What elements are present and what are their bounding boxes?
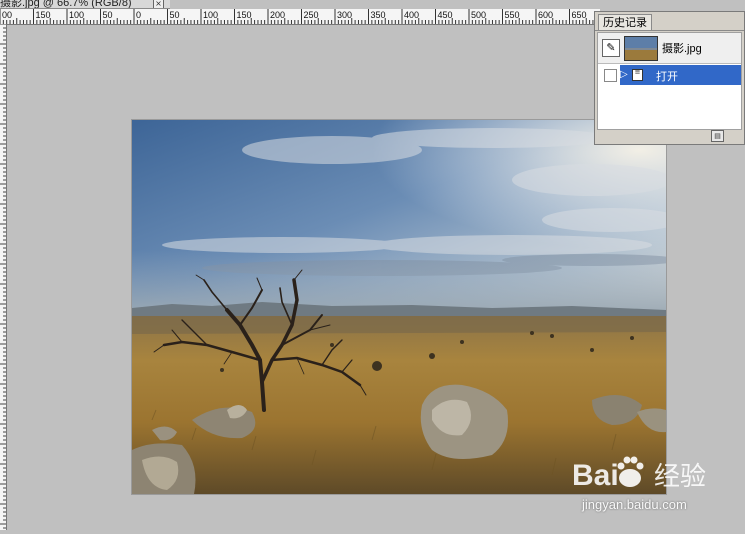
current-state-slider-icon[interactable]: ▷ bbox=[620, 69, 628, 81]
ruler-tick-label: 0 bbox=[136, 10, 142, 20]
baidu-logo: Bai 经验 bbox=[572, 456, 706, 492]
ruler-tick-label: 350 bbox=[370, 10, 386, 20]
ruler-tick-label: 500 bbox=[471, 10, 487, 20]
vertical-ruler[interactable] bbox=[0, 23, 7, 530]
history-panel-tab[interactable]: 历史记录 bbox=[598, 14, 652, 31]
ruler-tick-label: 450 bbox=[437, 10, 453, 20]
history-brush-icon[interactable]: ✎ bbox=[602, 39, 620, 57]
ruler-tick-label: 550 bbox=[504, 10, 520, 20]
ruler-tick-label: 100 bbox=[203, 10, 219, 20]
document-tab-title: 摄影.jpg @ 66.7% (RGB/8) bbox=[0, 0, 132, 9]
snapshot-thumbnail-image bbox=[625, 37, 657, 60]
step-label: 打开 bbox=[656, 70, 678, 83]
ruler-tick-label: 00 bbox=[2, 10, 13, 20]
ruler-tick-label: 400 bbox=[404, 10, 420, 20]
close-document-icon[interactable]: × bbox=[153, 0, 164, 8]
landscape-photo bbox=[132, 120, 666, 494]
history-step-open[interactable]: ▷ ≡ 打开 bbox=[598, 65, 741, 85]
open-document-icon: ≡ bbox=[632, 69, 643, 81]
ruler-tick-label: 50 bbox=[169, 10, 180, 20]
snapshot-name: 摄影.jpg bbox=[662, 43, 702, 55]
ruler-tick-label: 200 bbox=[270, 10, 286, 20]
ruler-tick-label: 50 bbox=[102, 10, 113, 20]
snapshot-thumbnail bbox=[624, 36, 658, 61]
vertical-ruler-ticks bbox=[0, 23, 6, 529]
ruler-tick-label: 150 bbox=[35, 10, 51, 20]
history-snapshot-row[interactable]: ✎ 摄影.jpg bbox=[598, 33, 741, 64]
tab-divider bbox=[595, 30, 744, 31]
ruler-tick-label: 250 bbox=[303, 10, 319, 20]
ruler-tick-label: 100 bbox=[69, 10, 85, 20]
horizontal-ruler[interactable]: 00 150 100 50 0 50 100 150 200 250 300 350 400 450 500… bbox=[0, 9, 600, 25]
panel-options-icon[interactable]: ▤ bbox=[711, 130, 724, 142]
step-source-checkbox[interactable] bbox=[604, 69, 617, 82]
watermark-url: jingyan.baidu.com bbox=[582, 497, 687, 512]
ruler-tick-label: 650 bbox=[571, 10, 587, 20]
history-panel: 历史记录 ✎ 摄影.jpg ▷ ≡ 打开 ▤ bbox=[594, 11, 745, 145]
photo-canvas[interactable] bbox=[132, 120, 666, 494]
document-tab[interactable]: 摄影.jpg @ 66.7% (RGB/8) × bbox=[0, 0, 170, 9]
history-list: ✎ 摄影.jpg ▷ ≡ 打开 bbox=[597, 32, 742, 130]
ruler-tick-label: 300 bbox=[337, 10, 353, 20]
ruler-tick-label: 150 bbox=[236, 10, 252, 20]
ruler-tick-label: 600 bbox=[538, 10, 554, 20]
baidu-jingyan-watermark: Bai 经验 jingyan.baidu.com bbox=[572, 450, 742, 520]
watermark-brand-text-2: 经验 bbox=[654, 462, 706, 492]
watermark-brand-text: Bai bbox=[572, 459, 619, 492]
